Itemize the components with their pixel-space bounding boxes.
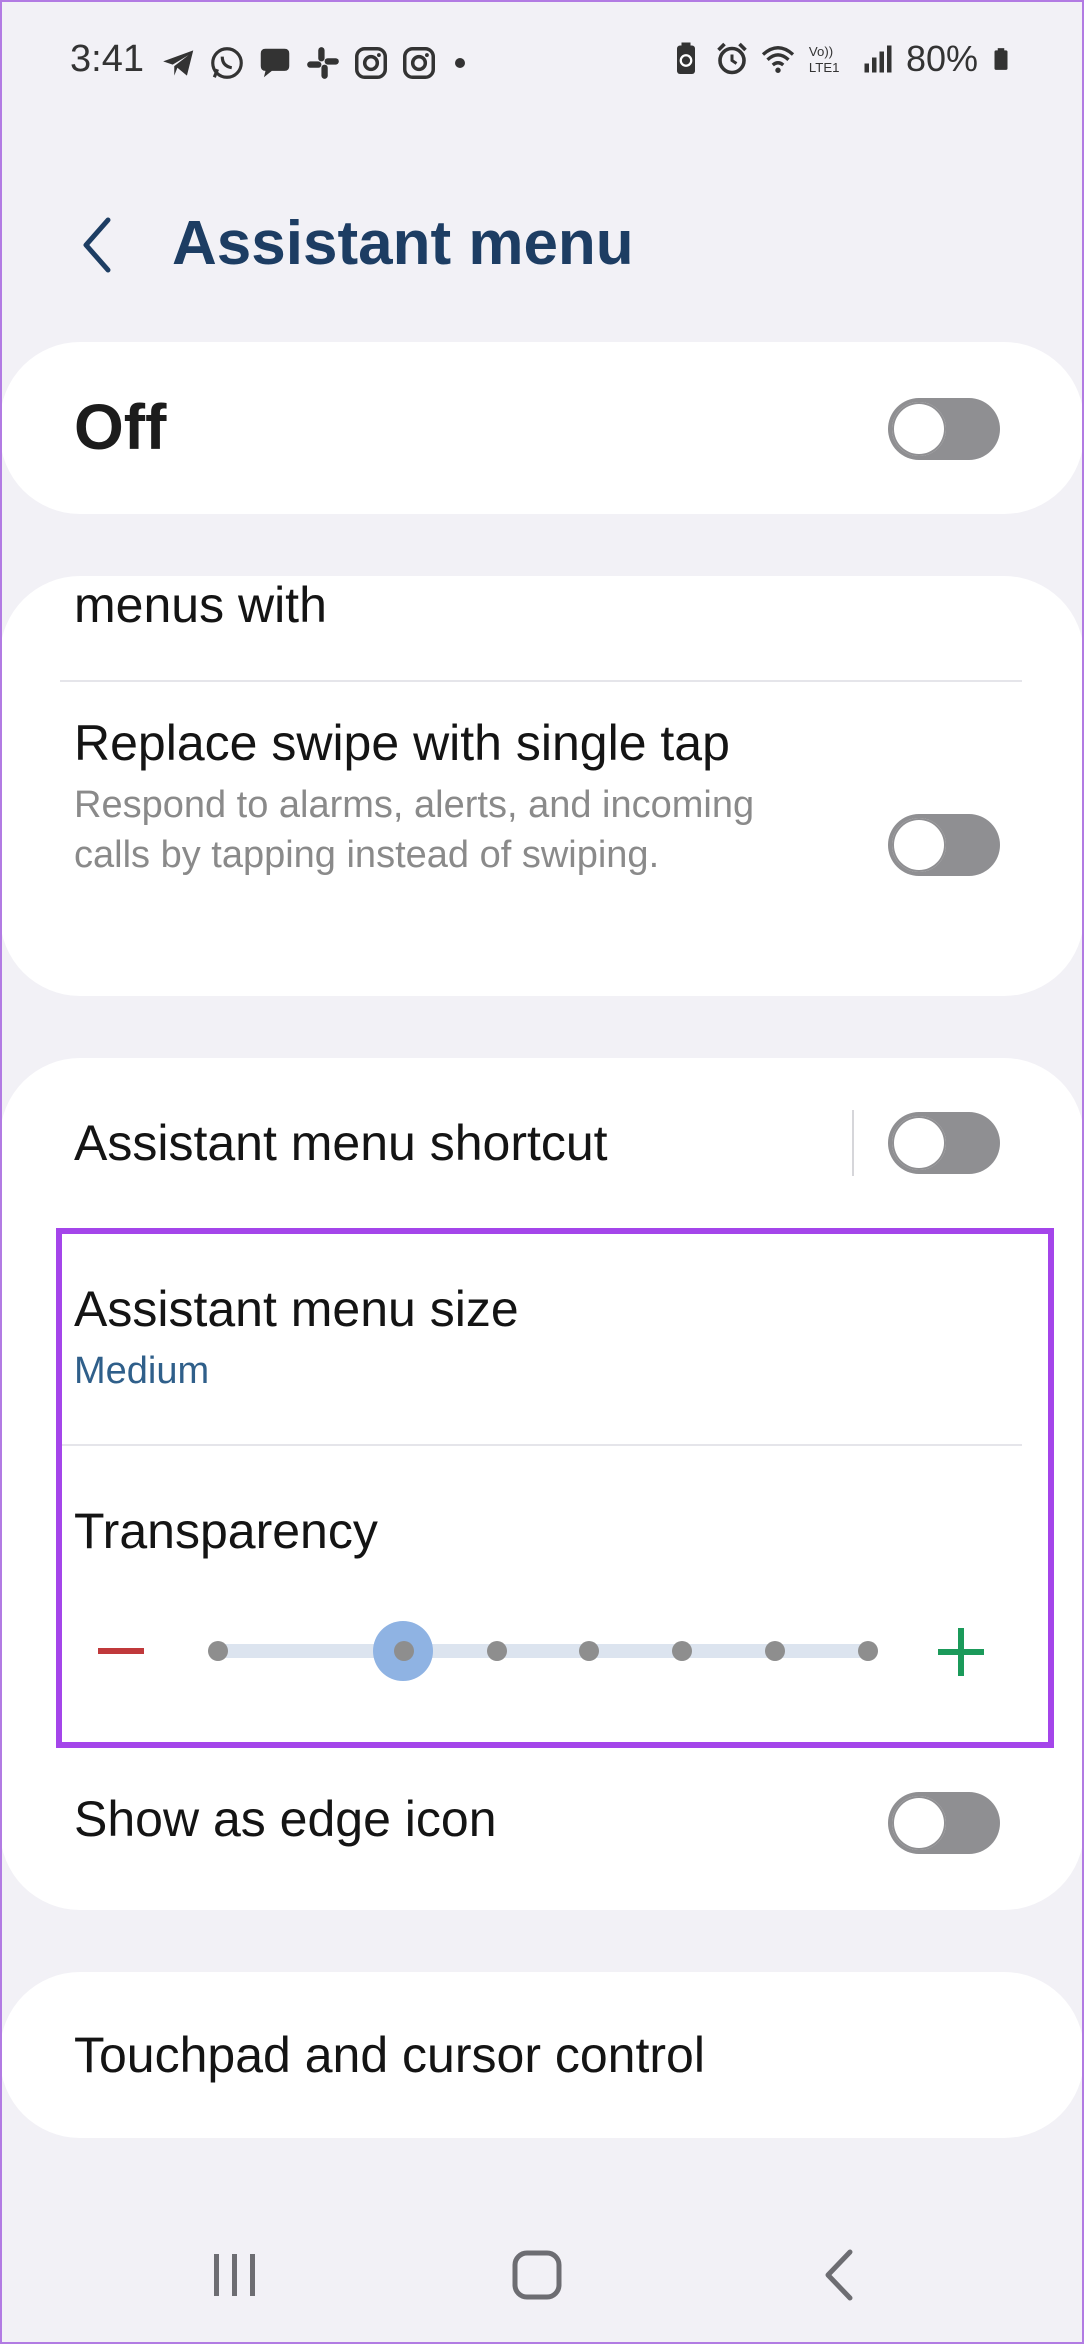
notification-icons xyxy=(160,44,472,82)
settings-card-assistant: Assistant menu shortcut Assistant menu s… xyxy=(0,1058,1084,1910)
whatsapp-icon xyxy=(211,47,243,79)
transparency-slider-tick[interactable] xyxy=(208,1641,228,1661)
edge-icon-row[interactable]: Show as edge icon xyxy=(0,1748,1084,1898)
slack-icon xyxy=(307,47,339,79)
signal-icon xyxy=(864,45,892,73)
alarm-icon xyxy=(717,42,747,75)
home-icon[interactable] xyxy=(502,2240,572,2310)
replace-swipe-subtitle: Respond to alarms, alerts, and incoming … xyxy=(74,784,755,876)
assistant-size-value: Medium xyxy=(74,1350,210,1392)
increase-transparency-icon[interactable] xyxy=(936,1626,986,1678)
transparency-slider-tick[interactable] xyxy=(858,1641,878,1661)
chat-icon xyxy=(260,48,290,78)
telegram-icon xyxy=(163,50,194,76)
master-toggle-label: Off xyxy=(74,391,167,463)
transparency-slider-tick[interactable] xyxy=(765,1641,786,1661)
back-arrow-icon[interactable] xyxy=(70,210,130,280)
page-title: Assistant menu xyxy=(172,209,634,278)
app-header: Assistant menu xyxy=(0,190,1084,310)
assistant-shortcut-row[interactable]: Assistant menu shortcut xyxy=(0,1058,1084,1228)
recents-icon[interactable] xyxy=(200,2240,270,2310)
shortcut-separator xyxy=(852,1110,854,1176)
status-bar: 3:41 Vo)) LTE1 80% xyxy=(0,0,1084,130)
battery-percent: 80% xyxy=(905,38,978,79)
assistant-size-row[interactable]: Assistant menu size Medium xyxy=(0,1228,1084,1444)
battery-icon xyxy=(994,48,1008,70)
instagram-icon xyxy=(403,47,435,79)
master-toggle-switch[interactable] xyxy=(888,398,1000,460)
status-time: 3:41 xyxy=(70,38,144,80)
replace-swipe-toggle[interactable] xyxy=(888,814,1000,876)
wifi-icon xyxy=(761,46,795,73)
instagram-icon xyxy=(355,47,387,79)
battery-saver-icon xyxy=(676,42,695,74)
svg-text:LTE1: LTE1 xyxy=(809,60,840,75)
settings-card-touchpad[interactable]: Touchpad and cursor control xyxy=(0,1972,1084,2138)
transparency-row: Transparency xyxy=(0,1446,1084,1736)
transparency-slider-tick[interactable] xyxy=(393,1641,414,1661)
toggle-knob xyxy=(892,818,946,872)
replace-swipe-title: Replace swipe with single tap xyxy=(74,715,730,771)
dot-icon xyxy=(455,58,465,68)
master-toggle-card[interactable]: Off xyxy=(0,342,1084,514)
toggle-knob xyxy=(892,1116,946,1170)
transparency-title: Transparency xyxy=(74,1503,378,1559)
volte-icon: Vo))LTE1 xyxy=(809,44,840,75)
replace-swipe-row[interactable]: Replace swipe with single tap Respond to… xyxy=(0,682,1084,982)
assistant-shortcut-toggle[interactable] xyxy=(888,1112,1000,1174)
svg-text:Vo)): Vo)) xyxy=(809,44,833,59)
toggle-knob xyxy=(892,402,946,456)
touchpad-title: Touchpad and cursor control xyxy=(74,2027,705,2083)
toggle-knob xyxy=(892,1796,946,1850)
settings-card-general: menus with Replace swipe with single tap… xyxy=(0,576,1084,996)
edge-icon-title: Show as edge icon xyxy=(74,1791,497,1847)
navigation-bar xyxy=(0,2220,1084,2320)
system-status: Vo)) LTE1 80% xyxy=(668,38,1014,80)
partial-row-label: menus with xyxy=(74,577,327,633)
transparency-slider-tick[interactable] xyxy=(486,1641,507,1661)
decrease-transparency-icon[interactable] xyxy=(96,1622,146,1680)
assistant-size-title: Assistant menu size xyxy=(74,1281,519,1337)
assistant-shortcut-title: Assistant menu shortcut xyxy=(74,1115,608,1171)
edge-icon-toggle[interactable] xyxy=(888,1792,1000,1854)
back-icon[interactable] xyxy=(806,2240,876,2310)
